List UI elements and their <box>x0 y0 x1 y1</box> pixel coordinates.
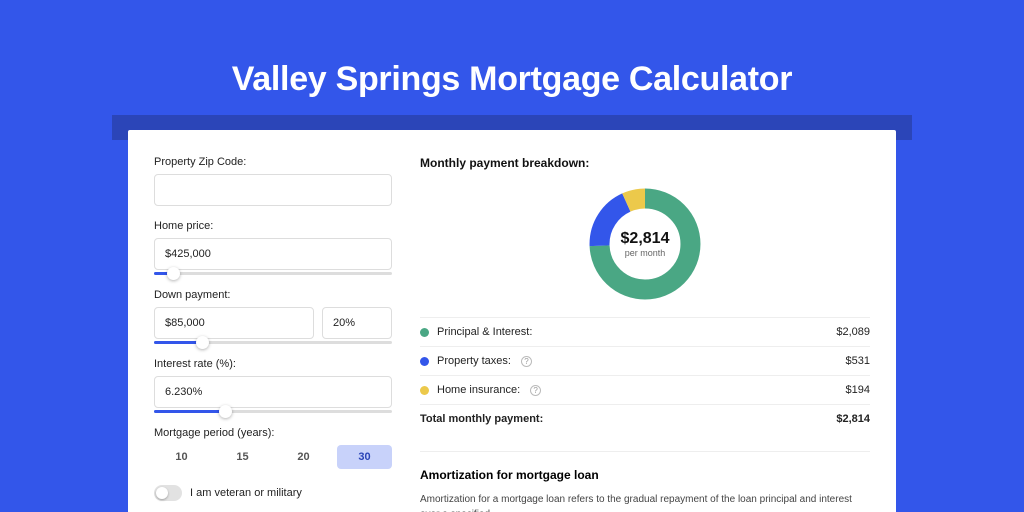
interest-label: Interest rate (%): <box>154 358 392 370</box>
down-payment-slider-fill <box>154 341 202 344</box>
home-price-label: Home price: <box>154 220 392 232</box>
legend-total-value: $2,814 <box>836 413 870 425</box>
legend: Principal & Interest: $2,089 Property ta… <box>420 316 870 433</box>
down-payment-pct-input[interactable] <box>322 307 392 339</box>
home-price-input[interactable] <box>154 238 392 270</box>
help-icon[interactable]: ? <box>530 385 541 396</box>
period-label: Mortgage period (years): <box>154 427 392 439</box>
veteran-label: I am veteran or military <box>190 487 302 499</box>
donut-center: $2,814 per month <box>585 184 705 304</box>
down-payment-label: Down payment: <box>154 289 392 301</box>
interest-input[interactable] <box>154 376 392 408</box>
veteran-toggle[interactable] <box>154 485 182 501</box>
legend-value-principal: $2,089 <box>836 326 870 338</box>
legend-total-label: Total monthly payment: <box>420 413 543 425</box>
form-column: Property Zip Code: Home price: Down paym… <box>154 156 392 512</box>
down-payment-slider-thumb[interactable] <box>196 336 209 349</box>
legend-row-insurance: Home insurance: ? $194 <box>420 376 870 405</box>
interest-slider-thumb[interactable] <box>219 405 232 418</box>
home-price-slider[interactable] <box>154 272 392 275</box>
dot-taxes <box>420 357 429 366</box>
interest-group: Interest rate (%): <box>154 358 392 413</box>
down-payment-input[interactable] <box>154 307 314 339</box>
home-price-group: Home price: <box>154 220 392 275</box>
period-btn-10[interactable]: 10 <box>154 445 209 469</box>
zip-group: Property Zip Code: <box>154 156 392 206</box>
breakdown-column: Monthly payment breakdown: $2,814 per mo… <box>420 156 870 512</box>
legend-label-insurance: Home insurance: <box>437 384 520 396</box>
period-buttons: 10 15 20 30 <box>154 445 392 469</box>
donut-chart: $2,814 per month <box>585 184 705 304</box>
zip-label: Property Zip Code: <box>154 156 392 168</box>
dot-principal <box>420 328 429 337</box>
page-title: Valley Springs Mortgage Calculator <box>0 0 1024 117</box>
period-btn-15[interactable]: 15 <box>215 445 270 469</box>
dot-insurance <box>420 386 429 395</box>
period-btn-20[interactable]: 20 <box>276 445 331 469</box>
donut-wrap: $2,814 per month <box>420 180 870 316</box>
donut-amount: $2,814 <box>621 230 670 248</box>
amortization-section: Amortization for mortgage loan Amortizat… <box>420 451 870 512</box>
amortization-title: Amortization for mortgage loan <box>420 468 870 482</box>
down-payment-group: Down payment: <box>154 289 392 344</box>
period-btn-30[interactable]: 30 <box>337 445 392 469</box>
interest-slider[interactable] <box>154 410 392 413</box>
legend-row-principal: Principal & Interest: $2,089 <box>420 317 870 347</box>
period-group: Mortgage period (years): 10 15 20 30 <box>154 427 392 469</box>
amortization-text: Amortization for a mortgage loan refers … <box>420 492 870 512</box>
legend-value-taxes: $531 <box>846 355 870 367</box>
legend-row-total: Total monthly payment: $2,814 <box>420 405 870 433</box>
calculator-panel: Property Zip Code: Home price: Down paym… <box>128 130 896 512</box>
veteran-row: I am veteran or military <box>154 485 392 501</box>
breakdown-title: Monthly payment breakdown: <box>420 156 870 170</box>
interest-slider-fill <box>154 410 225 413</box>
donut-sub: per month <box>625 248 666 258</box>
legend-label-principal: Principal & Interest: <box>437 326 532 338</box>
home-price-slider-thumb[interactable] <box>167 267 180 280</box>
help-icon[interactable]: ? <box>521 356 532 367</box>
legend-value-insurance: $194 <box>846 384 870 396</box>
down-payment-slider[interactable] <box>154 341 392 344</box>
zip-input[interactable] <box>154 174 392 206</box>
legend-label-taxes: Property taxes: <box>437 355 511 367</box>
legend-row-taxes: Property taxes: ? $531 <box>420 347 870 376</box>
